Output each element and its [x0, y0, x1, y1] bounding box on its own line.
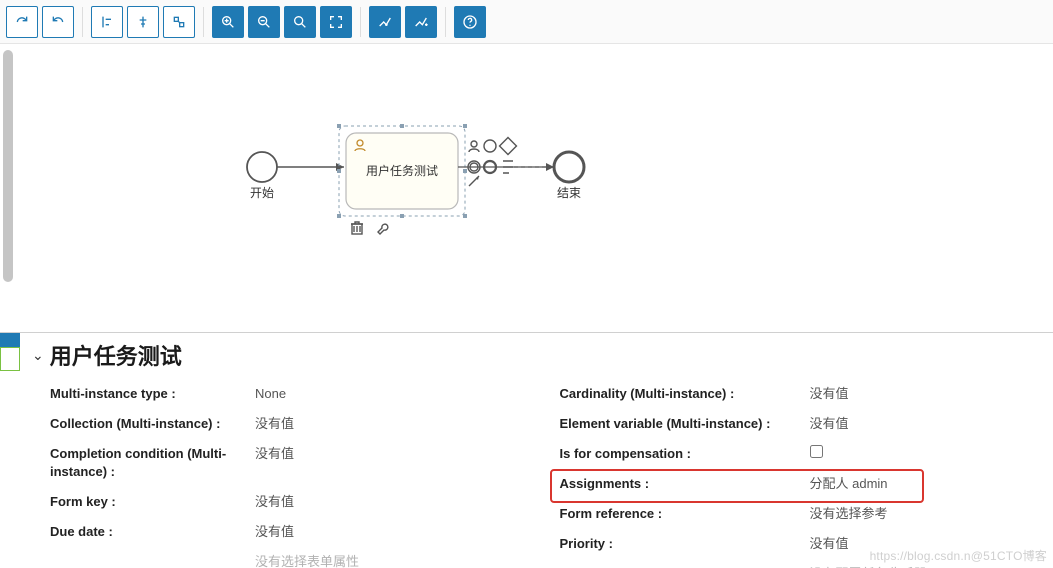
- props-col-left: Multi-instance type : None Collection (Mu…: [50, 385, 532, 568]
- canvas-scrollbar[interactable]: [0, 44, 18, 332]
- prop-label: Multi-instance type :: [50, 385, 245, 403]
- start-event-label: 开始: [250, 186, 274, 200]
- props-side-tabs: [0, 333, 20, 568]
- separator: [203, 7, 204, 37]
- align-size-icon: [171, 14, 187, 30]
- context-delete-icon[interactable]: [351, 222, 363, 234]
- prop-row-truncated[interactable]: 没有选择表单属性: [50, 553, 532, 568]
- props-col-right: Cardinality (Multi-instance) : 没有值 Elemen…: [560, 385, 1042, 568]
- prop-row[interactable]: Is for compensation :: [560, 445, 1042, 463]
- zoom-in-icon: [220, 14, 236, 30]
- prop-row[interactable]: Form reference : 没有选择参考: [560, 505, 1042, 523]
- toolbar-group-bendpoint: [369, 6, 437, 38]
- prop-label: Element variable (Multi-instance) :: [560, 415, 800, 433]
- prop-value: 没有值: [255, 445, 532, 463]
- align-left-icon: [99, 14, 115, 30]
- context-intermediate-icon[interactable]: [484, 140, 496, 152]
- context-wrench-icon[interactable]: [378, 224, 388, 234]
- prop-row[interactable]: Collection (Multi-instance) : 没有值: [50, 415, 532, 433]
- prop-row[interactable]: Cardinality (Multi-instance) : 没有值: [560, 385, 1042, 403]
- fit-screen-icon: [328, 14, 344, 30]
- start-event[interactable]: [247, 152, 277, 182]
- prop-value: 分配人 admin: [810, 475, 1042, 493]
- collapse-toggle[interactable]: ⌄: [32, 347, 44, 364]
- separator: [445, 7, 446, 37]
- separator: [82, 7, 83, 37]
- prop-row-assignments[interactable]: Assignments : 分配人 admin: [560, 475, 1042, 493]
- bpmn-canvas[interactable]: 开始 用户任务测试: [0, 44, 1053, 332]
- prop-label: Form key :: [50, 493, 245, 511]
- compensation-checkbox[interactable]: [810, 445, 823, 458]
- prop-value: 没有值: [255, 493, 532, 511]
- diagram-svg: 开始 用户任务测试: [26, 44, 1026, 332]
- prop-row[interactable]: Form key : 没有值: [50, 493, 532, 511]
- prop-value: 没有值: [810, 385, 1042, 403]
- zoom-in-button[interactable]: [212, 6, 244, 38]
- prop-value: 没有值: [255, 523, 532, 541]
- prop-label: Due date :: [50, 523, 245, 541]
- zoom-out-icon: [256, 14, 272, 30]
- remove-bendpoint-button[interactable]: [405, 6, 437, 38]
- end-event[interactable]: [554, 152, 584, 182]
- toolbar-group-zoom: [212, 6, 352, 38]
- redo-button[interactable]: [6, 6, 38, 38]
- prop-label: Assignments :: [560, 475, 800, 493]
- separator: [360, 7, 361, 37]
- zoom-fit-button[interactable]: [320, 6, 352, 38]
- align-center-button[interactable]: [127, 6, 159, 38]
- properties-panel: ⌄ 用户任务测试 Multi-instance type : None Colle…: [0, 332, 1053, 568]
- end-event-label: 结束: [557, 186, 581, 200]
- prop-label: Completion condition (Multi-instance) :: [50, 445, 245, 481]
- panel-title: 用户任务测试: [50, 339, 182, 371]
- context-user-icon[interactable]: [469, 141, 479, 152]
- prop-row[interactable]: Due date : 没有值: [50, 523, 532, 541]
- prop-row[interactable]: Element variable (Multi-instance) : 没有值: [560, 415, 1042, 433]
- prop-value: 没有选择参考: [810, 505, 1042, 523]
- bend-add-icon: [413, 14, 429, 30]
- prop-value: [810, 445, 1042, 463]
- watermark: https://blog.csdn.n@51CTO博客: [870, 547, 1047, 564]
- prop-label: Is for compensation :: [560, 445, 800, 463]
- prop-row[interactable]: Multi-instance type : None: [50, 385, 532, 403]
- prop-label: Cardinality (Multi-instance) :: [560, 385, 800, 403]
- zoom-reset-icon: [292, 14, 308, 30]
- undo-button[interactable]: [42, 6, 74, 38]
- prop-label: Collection (Multi-instance) :: [50, 415, 245, 433]
- help-icon: [462, 14, 478, 30]
- align-left-button[interactable]: [91, 6, 123, 38]
- align-center-icon: [135, 14, 151, 30]
- props-tab-secondary[interactable]: [0, 347, 20, 371]
- toolbar-group-history: [6, 6, 74, 38]
- prop-value: 没有选择表单属性: [255, 553, 532, 568]
- prop-value: 没有值: [810, 415, 1042, 433]
- toolbar: [0, 0, 1053, 44]
- same-size-button[interactable]: [163, 6, 195, 38]
- toolbar-group-help: [454, 6, 486, 38]
- user-task-label: 用户任务测试: [366, 163, 438, 178]
- prop-label: Priority :: [560, 535, 800, 553]
- context-gateway-icon[interactable]: [500, 138, 517, 155]
- prop-value: None: [255, 385, 532, 403]
- zoom-actual-button[interactable]: [284, 6, 316, 38]
- help-button[interactable]: [454, 6, 486, 38]
- zoom-out-button[interactable]: [248, 6, 280, 38]
- prop-row[interactable]: Completion condition (Multi-instance) : 没…: [50, 445, 532, 481]
- bend-remove-icon: [377, 14, 393, 30]
- toolbar-group-align: [91, 6, 195, 38]
- add-bendpoint-button[interactable]: [369, 6, 401, 38]
- props-tab-active[interactable]: [0, 333, 20, 347]
- scroll-thumb[interactable]: [3, 50, 13, 282]
- redo-icon: [14, 14, 30, 30]
- undo-icon: [50, 14, 66, 30]
- prop-value: 没有值: [255, 415, 532, 433]
- prop-label: Form reference :: [560, 505, 800, 523]
